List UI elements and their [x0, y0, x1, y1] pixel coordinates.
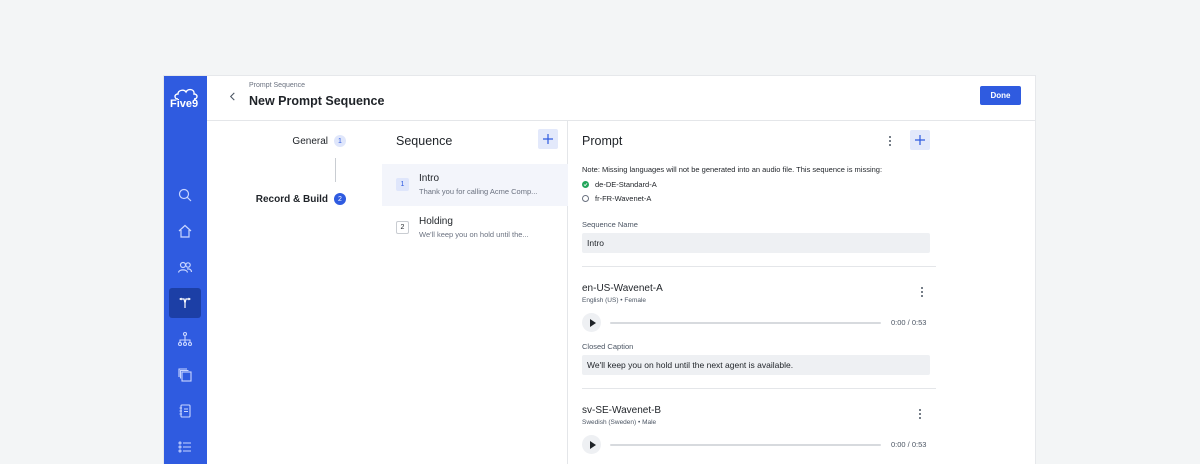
more-options-icon[interactable]	[885, 134, 895, 148]
step-connector	[335, 158, 336, 182]
nav-users[interactable]	[169, 252, 201, 282]
missing-language-item: fr-FR-Wavenet-A	[582, 194, 651, 203]
play-icon	[589, 440, 596, 449]
missing-languages-note: Note: Missing languages will not be gene…	[582, 165, 883, 174]
sequence-name-label: Sequence Name	[582, 220, 638, 229]
sequence-item-name: Intro	[419, 173, 440, 184]
sequence-item-name: Holding	[419, 216, 453, 227]
copy-icon	[178, 368, 192, 382]
step-number-badge: 1	[334, 135, 346, 147]
nav-search[interactable]	[169, 180, 201, 210]
step-label: General	[292, 135, 328, 147]
plus-icon	[915, 135, 925, 145]
audio-time: 0:00 / 0:53	[891, 318, 927, 327]
step-label: Record & Build	[255, 193, 328, 205]
clock-icon	[582, 195, 589, 202]
voice-name: en-US-Wavenet-A	[582, 283, 663, 294]
sequence-title: Sequence	[396, 134, 453, 148]
voice-meta: English (US) • Female	[582, 297, 647, 304]
five9-logo: Five9	[169, 88, 203, 110]
done-button[interactable]: Done	[980, 86, 1021, 105]
sequence-item-subtitle: We'll keep you on hold until the...	[419, 230, 529, 239]
sequence-item-subtitle: Thank you for calling Acme Comp...	[419, 187, 538, 196]
closed-caption-label: Closed Caption	[582, 342, 634, 351]
voice-more-options-icon[interactable]	[917, 285, 927, 299]
hierarchy-icon	[177, 331, 193, 347]
sidebar: Five9	[164, 76, 207, 464]
app-window: Five9 Prompt Sequence New Prompt Sequenc…	[164, 76, 1035, 464]
list-icon	[178, 441, 191, 453]
audio-time: 0:00 / 0:53	[891, 440, 927, 449]
language-name: de-DE-Standard-A	[595, 180, 657, 189]
nav-copy[interactable]	[169, 360, 201, 390]
nav-notebook[interactable]	[169, 396, 201, 426]
notebook-icon	[179, 404, 191, 418]
page-title: New Prompt Sequence	[249, 94, 385, 108]
play-icon	[589, 318, 596, 327]
nav-list[interactable]	[169, 432, 201, 462]
users-icon	[177, 261, 193, 273]
play-button[interactable]	[582, 435, 601, 454]
search-icon	[178, 188, 192, 202]
play-button[interactable]	[582, 313, 601, 332]
voice-meta: Swedish (Sweden) • Male	[582, 419, 657, 426]
routing-icon	[179, 297, 191, 308]
step-record-build[interactable]: Record & Build 2	[256, 193, 346, 205]
prompt-panel: Prompt Note: Missing languages will not …	[568, 121, 1035, 464]
voice-name: sv-SE-Wavenet-B	[582, 405, 662, 416]
check-circle-icon	[582, 181, 589, 188]
step-general[interactable]: General 1	[292, 135, 346, 147]
prompt-title: Prompt	[582, 134, 623, 148]
list-item[interactable]: 2 Holding We'll keep you on hold until the…	[382, 207, 568, 249]
sequence-panel: Sequence 1 Intro Thank you for calling Acm…	[382, 121, 568, 464]
add-sequence-item-button[interactable]	[538, 129, 558, 149]
language-name: fr-FR-Wavenet-A	[595, 194, 652, 203]
divider	[582, 266, 936, 267]
sequence-name-input[interactable]: Intro	[582, 233, 930, 253]
audio-progress-track[interactable]	[610, 322, 881, 324]
breadcrumb[interactable]: Prompt Sequence	[249, 82, 305, 89]
nav-routing[interactable]	[169, 288, 201, 318]
chevron-left-icon	[229, 92, 235, 100]
closed-caption-input[interactable]: We'll keep you on hold until the next ag…	[582, 355, 930, 375]
plus-icon	[543, 134, 553, 144]
sequence-index-badge: 1	[396, 178, 409, 191]
home-icon	[178, 224, 192, 238]
step-number-badge: 2	[334, 193, 346, 205]
nav-hierarchy[interactable]	[169, 324, 201, 354]
add-prompt-button[interactable]	[910, 130, 930, 150]
divider	[582, 388, 936, 389]
page-header: Prompt Sequence New Prompt Sequence Done	[207, 76, 1035, 121]
wizard-steps: General 1 Record & Build 2	[207, 121, 382, 464]
back-button[interactable]	[225, 89, 239, 103]
nav-home[interactable]	[169, 216, 201, 246]
audio-progress-track[interactable]	[610, 444, 881, 446]
missing-language-item: de-DE-Standard-A	[582, 180, 657, 189]
list-item[interactable]: 1 Intro Thank you for calling Acme Comp...	[382, 164, 568, 206]
voice-more-options-icon[interactable]	[915, 407, 925, 421]
sequence-index-badge: 2	[396, 221, 409, 234]
